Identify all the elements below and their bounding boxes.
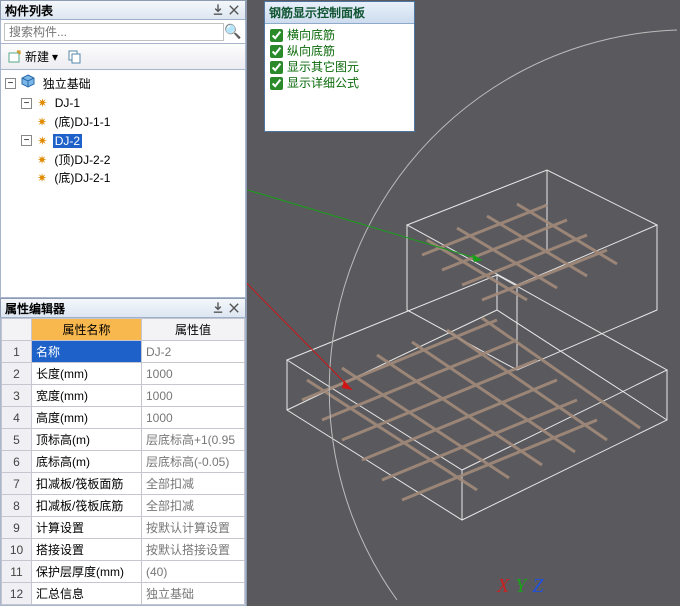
close-icon[interactable] (227, 3, 241, 17)
gear-icon: ✷ (37, 113, 47, 131)
row-number: 9 (2, 517, 32, 539)
property-value[interactable]: 1000 (142, 407, 245, 429)
row-number: 5 (2, 429, 32, 451)
property-editor-title: 属性编辑器 (5, 300, 209, 317)
row-number: 8 (2, 495, 32, 517)
row-number: 4 (2, 407, 32, 429)
chevron-down-icon: ▾ (52, 50, 58, 64)
property-name: 宽度(mm) (32, 385, 142, 407)
tree-dj1b-label[interactable]: (底)DJ-1-1 (52, 115, 112, 129)
row-number: 2 (2, 363, 32, 385)
row-number: 12 (2, 583, 32, 605)
property-row[interactable]: 3宽度(mm)1000 (2, 385, 245, 407)
cube-icon (21, 74, 35, 93)
component-list-title: 构件列表 (5, 2, 209, 19)
property-value[interactable]: 层底标高(-0.05) (142, 451, 245, 473)
property-name: 长度(mm) (32, 363, 142, 385)
axis-y: Y (515, 575, 526, 598)
property-value[interactable]: 按默认计算设置 (142, 517, 245, 539)
property-name: 名称 (32, 341, 142, 363)
property-row[interactable]: 11保护层厚度(mm)(40) (2, 561, 245, 583)
property-name: 底标高(m) (32, 451, 142, 473)
property-row[interactable]: 12汇总信息独立基础 (2, 583, 245, 605)
row-number: 10 (2, 539, 32, 561)
row-number: 1 (2, 341, 32, 363)
gear-icon: ✷ (37, 132, 47, 150)
tree-collapse-icon[interactable]: − (21, 98, 32, 109)
property-table[interactable]: 属性名称 属性值 1名称DJ-22长度(mm)10003宽度(mm)10004高… (1, 318, 245, 605)
property-name: 扣减板/筏板面筋 (32, 473, 142, 495)
property-value[interactable]: 独立基础 (142, 583, 245, 605)
property-value-header: 属性值 (142, 319, 245, 341)
component-tree[interactable]: − 独立基础 − ✷ DJ-1 ✷ (底)DJ (3, 74, 243, 187)
property-row[interactable]: 8扣减板/筏板底筋全部扣减 (2, 495, 245, 517)
property-row[interactable]: 2长度(mm)1000 (2, 363, 245, 385)
gear-icon: ✷ (37, 169, 47, 187)
property-row[interactable]: 10搭接设置按默认搭接设置 (2, 539, 245, 561)
search-row: 🔍 (0, 20, 246, 44)
property-editor: 属性编辑器 属性名称 属性值 1名称DJ-22长度(mm)10003宽度(mm)… (0, 298, 246, 606)
property-value[interactable]: 全部扣减 (142, 473, 245, 495)
tree-root-label[interactable]: 独立基础 (41, 77, 93, 91)
property-row[interactable]: 4高度(mm)1000 (2, 407, 245, 429)
property-value[interactable]: 层底标高+1(0.95 (142, 429, 245, 451)
property-row[interactable]: 6底标高(m)层底标高(-0.05) (2, 451, 245, 473)
row-number: 11 (2, 561, 32, 583)
property-name: 计算设置 (32, 517, 142, 539)
property-value[interactable]: DJ-2 (142, 341, 245, 363)
property-name: 搭接设置 (32, 539, 142, 561)
property-name: 汇总信息 (32, 583, 142, 605)
tree-dj1-label[interactable]: DJ-1 (53, 96, 82, 110)
property-name-header: 属性名称 (32, 319, 142, 341)
tree-collapse-icon[interactable]: − (5, 78, 16, 89)
component-toolbar: 新建 ▾ (0, 44, 246, 70)
viewport-3d[interactable]: 钢筋显示控制面板 横向底筋 纵向底筋 显示其它图元 显示详细公式 (247, 0, 680, 606)
new-button-label: 新建 (25, 48, 49, 65)
close-icon[interactable] (227, 301, 241, 315)
property-corner (2, 319, 32, 341)
component-list-header: 构件列表 (0, 0, 246, 20)
pin-icon[interactable] (211, 301, 225, 315)
axis-gizmo: X Y Z (497, 575, 543, 598)
property-editor-header: 属性编辑器 (0, 298, 246, 318)
property-row[interactable]: 5顶标高(m)层底标高+1(0.95 (2, 429, 245, 451)
property-value[interactable]: (40) (142, 561, 245, 583)
property-name: 扣减板/筏板底筋 (32, 495, 142, 517)
search-input[interactable] (4, 23, 224, 41)
property-row[interactable]: 1名称DJ-2 (2, 341, 245, 363)
property-value[interactable]: 全部扣减 (142, 495, 245, 517)
row-number: 3 (2, 385, 32, 407)
tree-dj2b-label[interactable]: (底)DJ-2-1 (52, 171, 112, 185)
gear-icon: ✷ (37, 151, 47, 169)
gear-icon: ✷ (37, 94, 47, 112)
axis-x: X (497, 575, 509, 598)
property-name: 高度(mm) (32, 407, 142, 429)
property-name: 顶标高(m) (32, 429, 142, 451)
pin-icon[interactable] (211, 3, 225, 17)
tree-dj2t-label[interactable]: (顶)DJ-2-2 (52, 153, 112, 167)
property-value[interactable]: 1000 (142, 385, 245, 407)
row-number: 7 (2, 473, 32, 495)
search-icon[interactable]: 🔍 (224, 23, 242, 40)
property-value[interactable]: 按默认搭接设置 (142, 539, 245, 561)
tree-dj2-label[interactable]: DJ-2 (53, 134, 82, 148)
axis-z: Z (532, 575, 543, 598)
new-button[interactable]: 新建 ▾ (5, 46, 61, 67)
property-row[interactable]: 9计算设置按默认计算设置 (2, 517, 245, 539)
row-number: 6 (2, 451, 32, 473)
property-name: 保护层厚度(mm) (32, 561, 142, 583)
property-value[interactable]: 1000 (142, 363, 245, 385)
copy-button[interactable] (65, 48, 85, 66)
property-row[interactable]: 7扣减板/筏板面筋全部扣减 (2, 473, 245, 495)
tree-collapse-icon[interactable]: − (21, 135, 32, 146)
